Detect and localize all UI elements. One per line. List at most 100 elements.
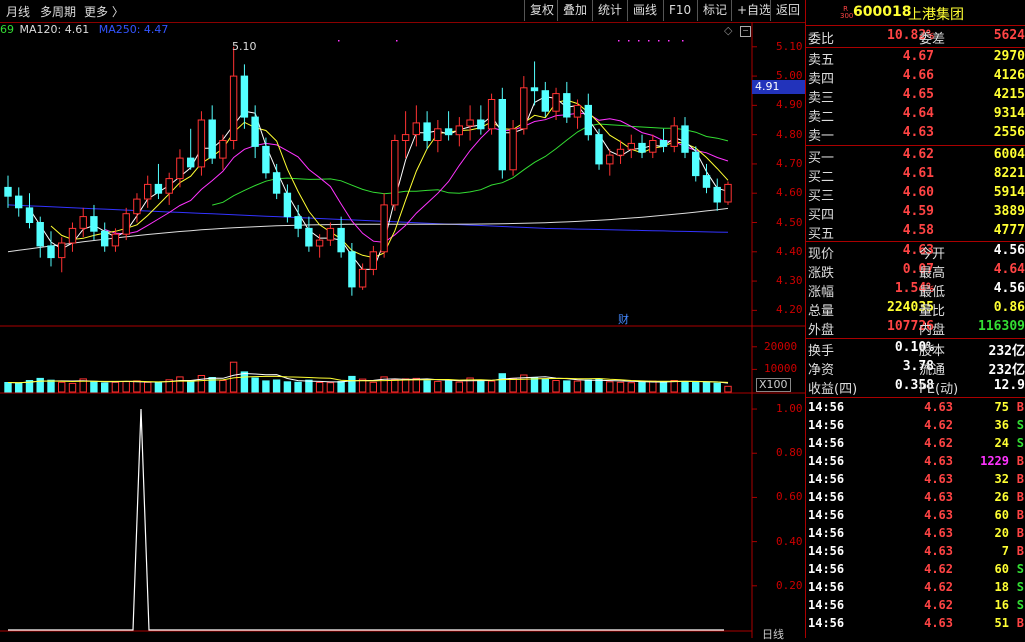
- tick-price: 4.63: [924, 526, 953, 540]
- candle: [423, 122, 431, 142]
- tick-price: 4.62: [924, 580, 953, 594]
- candle: [552, 93, 560, 112]
- tick-direction: B: [1016, 526, 1024, 540]
- price-tick-label: 4.20: [776, 303, 803, 317]
- candle: [541, 90, 549, 112]
- candle: [348, 251, 356, 288]
- divider: [806, 338, 1025, 339]
- buy-level-row: 买三 4.60 5914: [806, 185, 1025, 204]
- candle: [197, 119, 206, 168]
- candle: [144, 183, 152, 200]
- row-label: 净资: [808, 363, 835, 378]
- tick-price: 4.63: [924, 544, 953, 558]
- tick-row[interactable]: 14:56 4.63 26 B: [806, 490, 1025, 508]
- row-value-2: 6004: [993, 147, 1025, 162]
- tick-row[interactable]: 14:56 4.62 18 S: [806, 580, 1025, 598]
- tick-row[interactable]: 14:56 4.63 75 B: [806, 400, 1025, 418]
- volume-bar: [219, 380, 227, 393]
- tick-price: 4.62: [924, 562, 953, 576]
- tick-row[interactable]: 14:56 4.63 60 B: [806, 508, 1025, 526]
- tick-volume: 32: [994, 472, 1009, 486]
- price-tick-label: 4.70: [776, 156, 803, 170]
- tick-row[interactable]: 14:56 4.62 36 S: [806, 418, 1025, 436]
- candle: [337, 227, 345, 253]
- diamond-icon[interactable]: ◇: [724, 24, 732, 37]
- minus-icon[interactable]: −: [740, 26, 751, 37]
- event-dot: [668, 40, 670, 42]
- tick-time: 14:56: [808, 490, 845, 504]
- volume-bar: [487, 380, 496, 393]
- tick-volume: 18: [994, 580, 1009, 594]
- tick-price: 4.63: [924, 508, 953, 522]
- row-label: 买三: [808, 189, 835, 204]
- weibi-row: 委比 10.82% 委差 5624: [808, 28, 1025, 47]
- buy-level-row: 买一 4.62 6004: [806, 147, 1025, 166]
- row-label-2: 最低: [919, 285, 946, 300]
- tick-direction: S: [1016, 580, 1024, 594]
- row-value-2: 9314: [993, 106, 1025, 121]
- row-value-2: 4126: [993, 68, 1025, 83]
- volume-bar: [315, 382, 324, 393]
- volume-bar: [283, 381, 292, 393]
- tick-row[interactable]: 14:56 4.62 24 S: [806, 436, 1025, 454]
- row-label-2: 最高: [919, 266, 946, 281]
- candle: [229, 75, 238, 141]
- candle: [530, 87, 539, 92]
- volume-bar: [563, 380, 571, 393]
- volume-tick-label: 20000: [764, 339, 798, 353]
- tick-row[interactable]: 14:56 4.62 16 S: [806, 598, 1025, 616]
- candle: [595, 134, 603, 165]
- tick-row[interactable]: 14:56 4.62 60 S: [806, 562, 1025, 580]
- row-value: 4.61: [902, 166, 934, 181]
- candle: [638, 142, 646, 153]
- kline-chart[interactable]: [0, 0, 805, 638]
- candle: [262, 145, 270, 174]
- volume-bar: [584, 379, 592, 393]
- row-label: 总量: [808, 304, 835, 319]
- tick-time: 14:56: [808, 544, 845, 558]
- tick-row[interactable]: 14:56 4.63 7 B: [806, 544, 1025, 562]
- candle: [176, 157, 184, 180]
- row-value: 4.65: [902, 87, 934, 102]
- row-value-2: 0.86: [993, 300, 1025, 315]
- volume-bar: [294, 381, 302, 393]
- tick-volume: 16: [994, 598, 1009, 612]
- row-value-2: 3889: [993, 204, 1025, 219]
- row-value: 4.64: [902, 106, 934, 121]
- event-dot: [648, 40, 650, 42]
- tick-row[interactable]: 14:56 4.63 1229 B: [806, 454, 1025, 472]
- row-value-2: 4.56: [993, 281, 1025, 296]
- volume-bar: [455, 381, 464, 393]
- volume-bar: [638, 381, 646, 393]
- row-value-2: 2556: [993, 125, 1025, 140]
- tick-price: 4.62: [924, 598, 953, 612]
- finance-marker[interactable]: 财: [618, 311, 629, 327]
- tick-row[interactable]: 14:56 4.63 20 B: [806, 526, 1025, 544]
- candle: [58, 242, 66, 259]
- tick-time: 14:56: [808, 400, 845, 414]
- candle: [455, 125, 464, 136]
- row-label: 卖三: [808, 91, 835, 106]
- candle: [15, 195, 23, 209]
- tick-row[interactable]: 14:56 4.63 32 B: [806, 472, 1025, 490]
- candle: [713, 186, 721, 203]
- event-dot: [628, 40, 630, 42]
- tick-time: 14:56: [808, 598, 845, 612]
- tick-volume: 60: [994, 508, 1009, 522]
- volume-bar: [133, 380, 141, 393]
- candle: [315, 239, 324, 247]
- price-tick-label: 4.30: [776, 274, 803, 288]
- row-value-2: 232亿: [988, 344, 1025, 359]
- volume-bar: [670, 380, 678, 393]
- sell-level-row: 卖四 4.66 4126: [806, 68, 1025, 87]
- candle: [294, 216, 302, 229]
- volume-bar: [595, 378, 603, 393]
- indicator-tick-label: 0.20: [776, 578, 803, 592]
- tick-time: 14:56: [808, 526, 845, 540]
- volume-bar: [627, 382, 635, 393]
- volume-bar: [111, 381, 120, 393]
- tick-row[interactable]: 14:56 4.63 51 B: [806, 616, 1025, 634]
- price-tick-label: 4.90: [776, 98, 803, 112]
- row-value-2: 4215: [993, 87, 1025, 102]
- volume-bar: [240, 371, 249, 393]
